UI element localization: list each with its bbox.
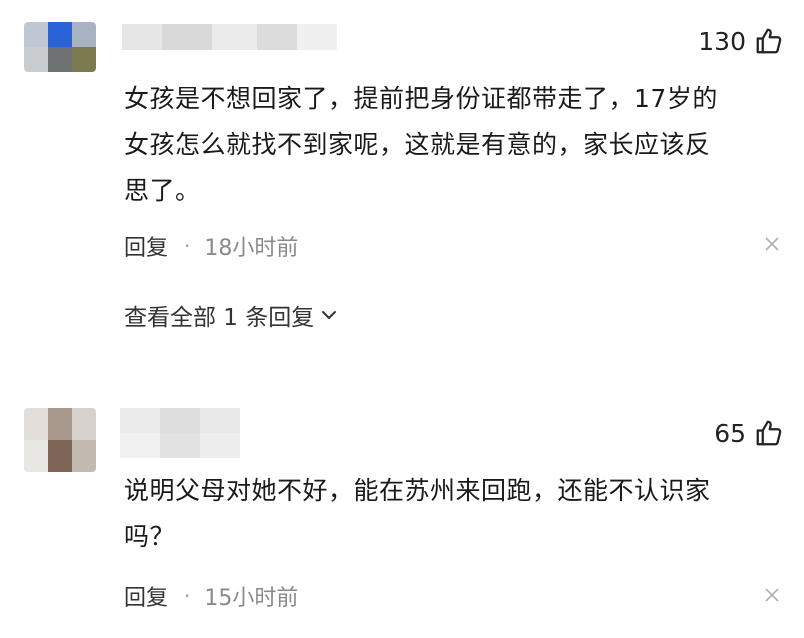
comment-text-line: 女孩是不想回家了，提前把身份证都带走了，17岁的 [124, 84, 718, 113]
chevron-down-icon [322, 311, 337, 319]
like-button[interactable]: 130 [698, 26, 784, 56]
reply-button[interactable]: 回复 [124, 230, 168, 262]
like-count: 65 [714, 418, 746, 448]
comment-text-line: 说明父母对她不好，能在苏州来回跑，还能不认识家 [124, 476, 711, 505]
comment-meta: 回复 · 15小时前 [124, 580, 298, 612]
comment-text: 女孩是不想回家了，提前把身份证都带走了，17岁的 女孩怎么就找不到家呢，这就是有… [124, 76, 774, 214]
like-count: 130 [698, 26, 746, 56]
comment-text-line: 女孩怎么就找不到家呢，这就是有意的，家长应该反 [124, 130, 711, 159]
like-button[interactable]: 65 [714, 418, 784, 448]
username[interactable] [120, 408, 240, 458]
comment-text-line: 吗？ [124, 522, 176, 551]
close-icon[interactable] [764, 587, 780, 603]
close-icon[interactable] [764, 236, 780, 252]
thumbs-up-icon [756, 420, 782, 446]
comment-time: 18小时前 [204, 236, 299, 261]
comment-text: 说明父母对她不好，能在苏州来回跑，还能不认识家 吗？ [124, 468, 774, 560]
comment-text-line: 思了。 [124, 176, 201, 205]
meta-separator: · [184, 584, 191, 608]
username[interactable] [122, 24, 337, 50]
avatar[interactable] [24, 408, 96, 472]
meta-separator: · [184, 234, 191, 258]
reply-button[interactable]: 回复 [124, 580, 168, 612]
avatar[interactable] [24, 22, 96, 72]
thumbs-up-icon [756, 28, 782, 54]
expand-replies-button[interactable]: 查看全部 1 条回复 [124, 298, 338, 332]
comment-meta: 回复 · 18小时前 [124, 230, 298, 262]
comment-item: 65 说明父母对她不好，能在苏州来回跑，还能不认识家 吗？ 回复 · 15小时前 [0, 400, 804, 638]
comment-time: 15小时前 [204, 586, 299, 611]
comment-item: 130 女孩是不想回家了，提前把身份证都带走了，17岁的 女孩怎么就找不到家呢，… [0, 0, 804, 340]
expand-replies-label: 查看全部 1 条回复 [124, 305, 315, 331]
